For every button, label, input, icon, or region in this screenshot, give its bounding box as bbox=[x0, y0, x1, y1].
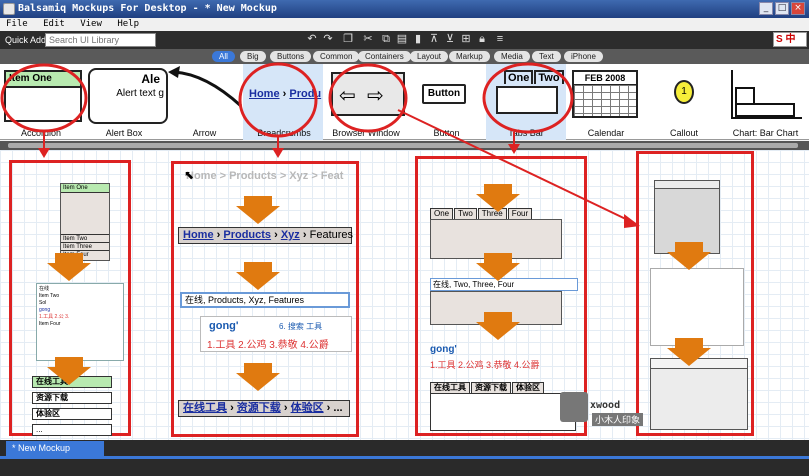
ime-candidate-window: gong' 6. 搜索 工具 1.工具 2.公鸡 3.恭敬 4.公爵 bbox=[200, 316, 352, 352]
accordion-preview-line-1: 在线 bbox=[39, 286, 50, 292]
quick-add-search-input[interactable] bbox=[45, 33, 156, 47]
tab-cn-2[interactable]: 资源下载 bbox=[471, 382, 511, 393]
close-button[interactable]: × bbox=[791, 2, 805, 15]
accordion-cn-row-4: ... bbox=[32, 424, 112, 436]
menu-bar: File Edit View Help bbox=[0, 18, 809, 31]
ime-pinyin: gong' bbox=[209, 320, 239, 332]
tabs-cn-mockup[interactable]: 在线工具 资源下载 体验区 bbox=[430, 381, 576, 431]
duplicate-icon[interactable]: ❐ bbox=[342, 33, 354, 45]
tabs-ime-pinyin: gong' bbox=[430, 344, 457, 355]
accordion-preview-line-2: Item Two bbox=[39, 293, 60, 299]
minimize-button[interactable]: _ bbox=[759, 2, 773, 15]
lock-icon[interactable]: 🔒︎ bbox=[476, 33, 488, 45]
tab-cn-3[interactable]: 体验区 bbox=[512, 382, 544, 393]
accordion-edit-preview: 在线 Item Two Sol gong 1.工具 2.公 3. Item Fo… bbox=[36, 283, 124, 361]
accordion-cn-row-3: 体验区 bbox=[32, 408, 112, 420]
paste-icon[interactable]: ▤ bbox=[396, 33, 408, 45]
tabs-cn-row: 在线工具 资源下载 体验区 bbox=[430, 381, 576, 393]
menu-file[interactable]: File bbox=[6, 19, 28, 29]
accordion-preview-line-3: Sol bbox=[39, 300, 47, 306]
title-bar: Balsamiq Mockups For Desktop - * New Moc… bbox=[0, 0, 809, 18]
ime-indicator[interactable]: S 中 bbox=[773, 32, 807, 47]
window-title: Balsamiq Mockups For Desktop - * New Moc… bbox=[18, 3, 277, 14]
breadcrumb-cn-4: ... bbox=[333, 402, 343, 414]
tab-cn-1[interactable]: 在线工具 bbox=[430, 382, 470, 393]
copy-icon[interactable]: ⧉ bbox=[380, 33, 392, 45]
app-window: Balsamiq Mockups For Desktop - * New Moc… bbox=[0, 0, 809, 476]
breadcrumb-cn-1[interactable]: 在线工具 bbox=[183, 402, 227, 414]
cut-icon[interactable]: ✂ bbox=[362, 33, 374, 45]
align-icon[interactable]: ≡ bbox=[494, 33, 506, 45]
accordion-cn-list: 在线工具 资源下载 体验区 ... bbox=[32, 376, 112, 436]
app-icon bbox=[3, 3, 15, 15]
tabs-cn-body bbox=[430, 393, 576, 431]
undo-icon[interactable]: ↶ bbox=[306, 33, 318, 45]
breadcrumb-edit-input[interactable]: 在线, Products, Xyz, Features bbox=[180, 292, 350, 308]
connector-arrows bbox=[38, 109, 640, 228]
breadcrumb-cn-3[interactable]: 体验区 bbox=[291, 402, 324, 414]
breadcrumb-cn-2[interactable]: 资源下载 bbox=[237, 402, 281, 414]
accordion-preview-line-6: Item Four bbox=[39, 321, 61, 327]
browser-mockup-2[interactable] bbox=[650, 268, 744, 346]
document-tab-new-mockup[interactable]: * New Mockup bbox=[6, 441, 104, 456]
document-tab-underline bbox=[0, 456, 809, 459]
group-icon[interactable]: ⊞ bbox=[460, 33, 472, 45]
bring-front-icon[interactable]: ⊼ bbox=[428, 33, 440, 45]
ime-candidates[interactable]: 1.工具 2.公鸡 3.恭敬 4.公爵 bbox=[207, 336, 329, 351]
delete-icon[interactable]: ▮ bbox=[412, 33, 424, 45]
send-back-icon[interactable]: ⊻ bbox=[444, 33, 456, 45]
browser-mockup-3[interactable] bbox=[650, 358, 748, 430]
menu-view[interactable]: View bbox=[80, 19, 102, 29]
quick-add-label: Quick Add: bbox=[5, 35, 49, 45]
menu-edit[interactable]: Edit bbox=[43, 19, 65, 29]
redo-icon[interactable]: ↷ bbox=[322, 33, 334, 45]
accordion-preview-line-4: gong bbox=[39, 307, 51, 313]
menu-help[interactable]: Help bbox=[117, 19, 139, 29]
maximize-button[interactable]: □ bbox=[775, 2, 789, 15]
accordion-preview-line-5: 1.工具 2.公 3. bbox=[39, 314, 70, 320]
robot-logo-icon bbox=[560, 392, 588, 422]
watermark-brand: xwood bbox=[590, 400, 621, 411]
accordion-cn-row-2: 资源下载 bbox=[32, 392, 112, 404]
ime-hint: 6. 搜索 工具 bbox=[279, 322, 323, 331]
watermark-cn: 小木人印象 bbox=[592, 413, 644, 426]
breadcrumb-cn-mockup[interactable]: 在线工具 › 资源下载 › 体验区 › ... bbox=[178, 400, 350, 417]
tabs-ime-candidates[interactable]: 1.工具 2.公鸡 3.恭敬 4.公爵 bbox=[430, 358, 540, 371]
